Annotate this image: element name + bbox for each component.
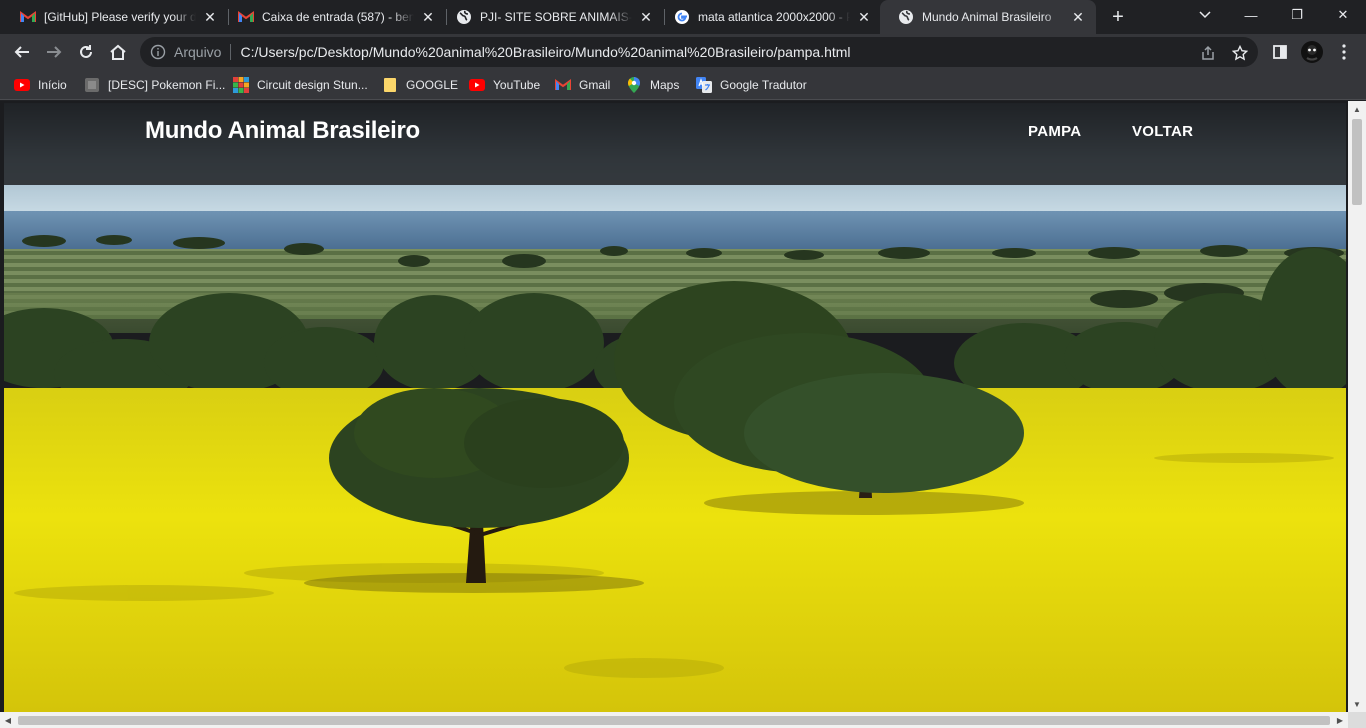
pokemon-icon bbox=[84, 77, 100, 93]
bookmark-label: Circuit design Stun... bbox=[257, 78, 368, 92]
close-window-button[interactable]: ✕ bbox=[1320, 0, 1366, 30]
gmail-icon bbox=[238, 9, 254, 25]
page-content: Mundo Animal Brasileiro PAMPA VOLTAR bbox=[4, 103, 1346, 712]
tinkercad-icon bbox=[233, 77, 249, 93]
gmail-icon bbox=[20, 9, 36, 25]
bookmark-label: GOOGLE bbox=[406, 78, 459, 92]
bookmark-label: Maps bbox=[650, 78, 680, 92]
share-icon[interactable] bbox=[1198, 43, 1218, 63]
horizontal-scroll-thumb[interactable] bbox=[18, 716, 1330, 725]
star-icon[interactable] bbox=[1230, 43, 1250, 63]
kebab-menu-icon bbox=[1342, 44, 1346, 60]
side-panel-button[interactable] bbox=[1266, 38, 1294, 66]
bookmark-label: Google Tradutor bbox=[720, 78, 807, 92]
bookmark-youtube[interactable]: YouTube bbox=[469, 76, 540, 94]
home-button[interactable] bbox=[104, 38, 132, 66]
bookmark-translate[interactable]: Google Tradutor bbox=[696, 76, 807, 94]
reload-icon bbox=[80, 45, 92, 58]
vertical-scroll-thumb[interactable] bbox=[1352, 119, 1362, 205]
arrow-left-icon bbox=[14, 46, 29, 58]
bookmark-label: Início bbox=[38, 78, 67, 92]
pampa-landscape-image bbox=[4, 103, 1346, 712]
horizontal-scrollbar[interactable]: ◀ ▶ bbox=[0, 712, 1366, 728]
restore-button[interactable]: ❐ bbox=[1274, 0, 1320, 30]
info-icon[interactable] bbox=[150, 44, 166, 60]
tab-title: mata atlantica 2000x2000 - Pesquisa Goog… bbox=[698, 10, 850, 24]
tab-close-icon[interactable]: ✕ bbox=[420, 9, 436, 25]
scheme-label: Arquivo bbox=[174, 44, 222, 60]
tab-close-icon[interactable]: ✕ bbox=[638, 9, 654, 25]
tab-google-search[interactable]: mata atlantica 2000x2000 - Pesquisa Goog… bbox=[656, 0, 882, 34]
tab-title: Caixa de entrada (587) - benjamin bbox=[262, 10, 414, 24]
scroll-right-icon[interactable]: ▶ bbox=[1332, 712, 1348, 728]
nav-link-voltar[interactable]: VOLTAR bbox=[1132, 123, 1193, 140]
scrollbar-corner bbox=[1348, 712, 1366, 728]
bookmark-label: Gmail bbox=[579, 78, 611, 92]
address-bar[interactable]: Arquivo C:/Users/pc/Desktop/Mundo%20anim… bbox=[140, 37, 1258, 67]
profile-button[interactable] bbox=[1298, 38, 1326, 66]
youtube-icon bbox=[14, 77, 30, 93]
bookmark-pokemon[interactable]: [DESC] Pokemon Fi... bbox=[84, 76, 225, 94]
translate-icon bbox=[696, 77, 712, 93]
side-panel-icon bbox=[1273, 45, 1287, 59]
arrow-right-icon bbox=[47, 46, 62, 58]
youtube-icon bbox=[469, 77, 485, 93]
tab-github-verify[interactable]: [GitHub] Please verify your device ✕ bbox=[2, 0, 228, 34]
bookmark-circuit[interactable]: Circuit design Stun... bbox=[233, 76, 368, 94]
menu-button[interactable] bbox=[1330, 38, 1358, 66]
forward-button[interactable] bbox=[40, 38, 68, 66]
bookmark-label: YouTube bbox=[493, 78, 541, 92]
avatar bbox=[1301, 41, 1323, 63]
vertical-scrollbar[interactable]: ▲ ▼ bbox=[1348, 101, 1366, 712]
scroll-left-icon[interactable]: ◀ bbox=[0, 712, 16, 728]
scroll-down-icon[interactable]: ▼ bbox=[1348, 696, 1366, 712]
url-text[interactable]: C:/Users/pc/Desktop/Mundo%20animal%20Bra… bbox=[240, 44, 850, 60]
reload-button[interactable] bbox=[72, 38, 100, 66]
globe-icon bbox=[898, 9, 914, 25]
tab-close-icon[interactable]: ✕ bbox=[202, 9, 218, 25]
minimize-button[interactable]: — bbox=[1228, 0, 1274, 30]
tab-close-icon[interactable]: ✕ bbox=[856, 9, 872, 25]
nav-link-pampa[interactable]: PAMPA bbox=[1028, 123, 1081, 140]
browser-toolbar: Arquivo C:/Users/pc/Desktop/Mundo%20anim… bbox=[0, 34, 1366, 70]
bookmark-label: [DESC] Pokemon Fi... bbox=[108, 78, 226, 92]
tab-inbox[interactable]: Caixa de entrada (587) - benjamin ✕ bbox=[220, 0, 446, 34]
bookmark-maps[interactable]: Maps bbox=[626, 76, 679, 94]
tab-close-icon[interactable]: ✕ bbox=[1070, 9, 1086, 25]
google-icon bbox=[674, 9, 690, 25]
maps-icon bbox=[626, 77, 642, 93]
page-viewport: Mundo Animal Brasileiro PAMPA VOLTAR ▲ ▼… bbox=[0, 101, 1366, 728]
bookmark-inicio[interactable]: Início bbox=[14, 76, 67, 94]
omnibox-divider bbox=[230, 44, 232, 60]
globe-icon bbox=[456, 9, 472, 25]
folder-icon bbox=[382, 77, 398, 93]
back-button[interactable] bbox=[8, 38, 36, 66]
tab-mundo-animal[interactable]: Mundo Animal Brasileiro ✕ bbox=[880, 0, 1096, 34]
tab-title: PJI- SITE SOBRE ANIMAIS-2022 bbox=[480, 10, 632, 24]
chevron-down-icon bbox=[1199, 11, 1211, 19]
site-title[interactable]: Mundo Animal Brasileiro bbox=[145, 117, 420, 145]
gmail-icon bbox=[555, 77, 571, 93]
scroll-up-icon[interactable]: ▲ bbox=[1348, 101, 1366, 117]
tab-strip: [GitHub] Please verify your device ✕ Cai… bbox=[0, 0, 1366, 34]
new-tab-button[interactable]: + bbox=[1106, 6, 1130, 28]
bookmarks-bar: Início [DESC] Pokemon Fi... Circuit desi… bbox=[0, 70, 1366, 100]
site-header: Mundo Animal Brasileiro PAMPA VOLTAR bbox=[4, 103, 1346, 185]
tab-search-button[interactable] bbox=[1182, 0, 1228, 30]
bookmark-google-folder[interactable]: GOOGLE bbox=[382, 76, 458, 94]
tab-title: Mundo Animal Brasileiro bbox=[922, 10, 1052, 24]
tab-pji-site[interactable]: PJI- SITE SOBRE ANIMAIS-2022 ✕ bbox=[438, 0, 664, 34]
tab-title: [GitHub] Please verify your device bbox=[44, 10, 196, 24]
home-icon bbox=[110, 44, 126, 60]
bookmark-gmail[interactable]: Gmail bbox=[555, 76, 610, 94]
